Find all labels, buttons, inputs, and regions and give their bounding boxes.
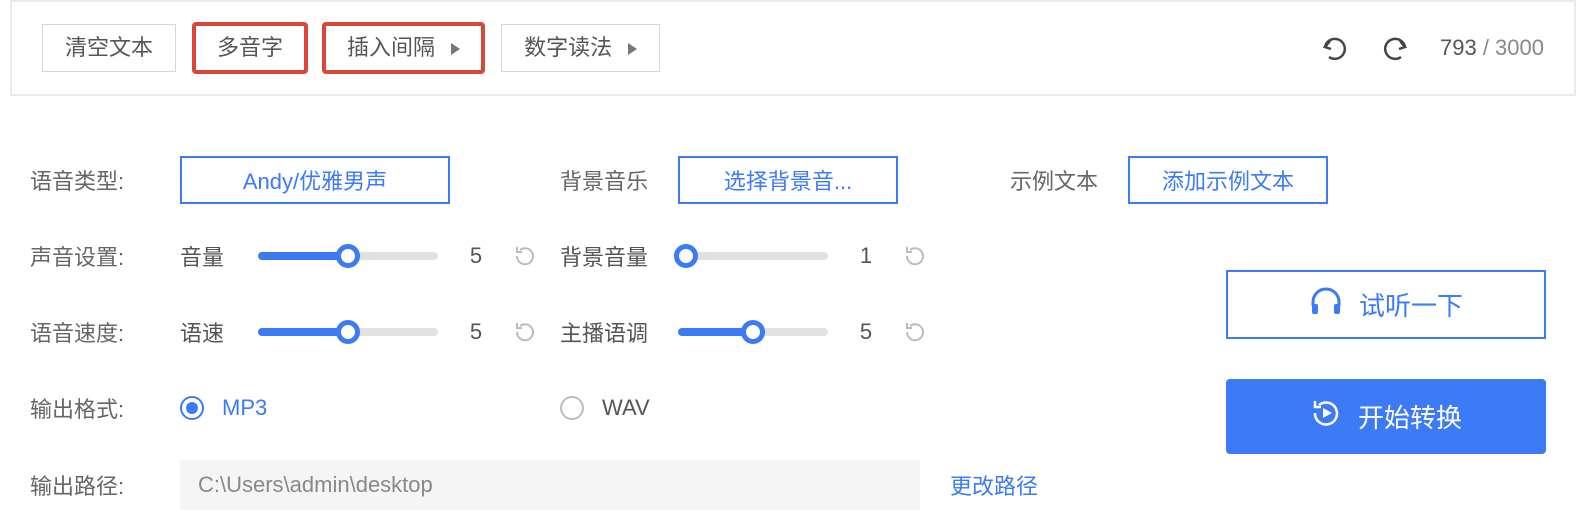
headphones-icon [1309,286,1343,323]
char-count-current: 793 [1440,35,1477,60]
bgm-label: 背景音乐 [560,164,648,196]
bg-volume-slider-group: 背景音量 1 [560,240,926,272]
bg-volume-value: 1 [846,243,886,269]
radio-wav[interactable]: WAV [560,395,650,421]
volume-slider-group: 音量 5 [180,240,536,272]
insert-gap-label: 插入间隔 [347,35,435,60]
char-counter: 793 / 3000 [1440,35,1544,61]
bgm-select-button[interactable]: 选择背景音... [678,156,898,204]
speed-slider[interactable] [258,328,438,336]
pitch-reset-icon[interactable] [904,321,926,343]
output-path-input[interactable] [180,460,920,510]
speed-value: 5 [456,319,496,345]
volume-value: 5 [456,243,496,269]
output-format-label: 输出格式: [30,392,180,424]
preview-button-label: 试听一下 [1359,286,1463,323]
speed-reset-icon[interactable] [514,321,536,343]
volume-label: 音量 [180,240,240,272]
undo-button[interactable] [1320,35,1350,61]
start-convert-button[interactable]: 开始转换 [1226,379,1546,454]
char-count-max: 3000 [1495,35,1544,60]
play-refresh-icon [1310,397,1342,436]
output-path-label: 输出路径: [30,469,180,501]
preview-button[interactable]: 试听一下 [1226,270,1546,339]
polyphone-button[interactable]: 多音字 [194,24,306,72]
pitch-label: 主播语调 [560,316,660,348]
radio-mp3[interactable]: MP3 [180,395,267,421]
volume-reset-icon[interactable] [514,245,536,267]
triangle-right-icon [451,43,460,55]
speed-label: 语速 [180,316,240,348]
number-reading-button[interactable]: 数字读法 [501,24,660,72]
sample-text-label: 示例文本 [1010,164,1098,196]
radio-circle-icon [560,396,584,420]
start-convert-label: 开始转换 [1358,398,1462,435]
speed-slider-group: 语速 5 [180,316,536,348]
sound-settings-label: 声音设置: [30,240,180,272]
voice-type-select[interactable]: Andy/优雅男声 [180,156,450,204]
redo-button[interactable] [1380,35,1410,61]
number-reading-label: 数字读法 [524,35,612,60]
clear-text-button[interactable]: 清空文本 [42,24,176,72]
add-sample-text-button[interactable]: 添加示例文本 [1128,156,1328,204]
bg-volume-slider[interactable] [678,252,828,260]
pitch-slider-group: 主播语调 5 [560,316,926,348]
triangle-right-icon [628,43,637,55]
bg-volume-label: 背景音量 [560,240,660,272]
voice-speed-label: 语音速度: [30,316,180,348]
voice-type-label: 语音类型: [30,164,180,196]
radio-circle-icon [180,396,204,420]
radio-wav-label: WAV [602,395,650,421]
bg-volume-reset-icon[interactable] [904,245,926,267]
pitch-value: 5 [846,319,886,345]
volume-slider[interactable] [258,252,438,260]
pitch-slider[interactable] [678,328,828,336]
text-toolbar: 清空文本 多音字 插入间隔 数字读法 793 / 3000 [10,0,1576,96]
insert-gap-button[interactable]: 插入间隔 [324,24,483,72]
radio-mp3-label: MP3 [222,395,267,421]
change-path-link[interactable]: 更改路径 [950,469,1038,501]
